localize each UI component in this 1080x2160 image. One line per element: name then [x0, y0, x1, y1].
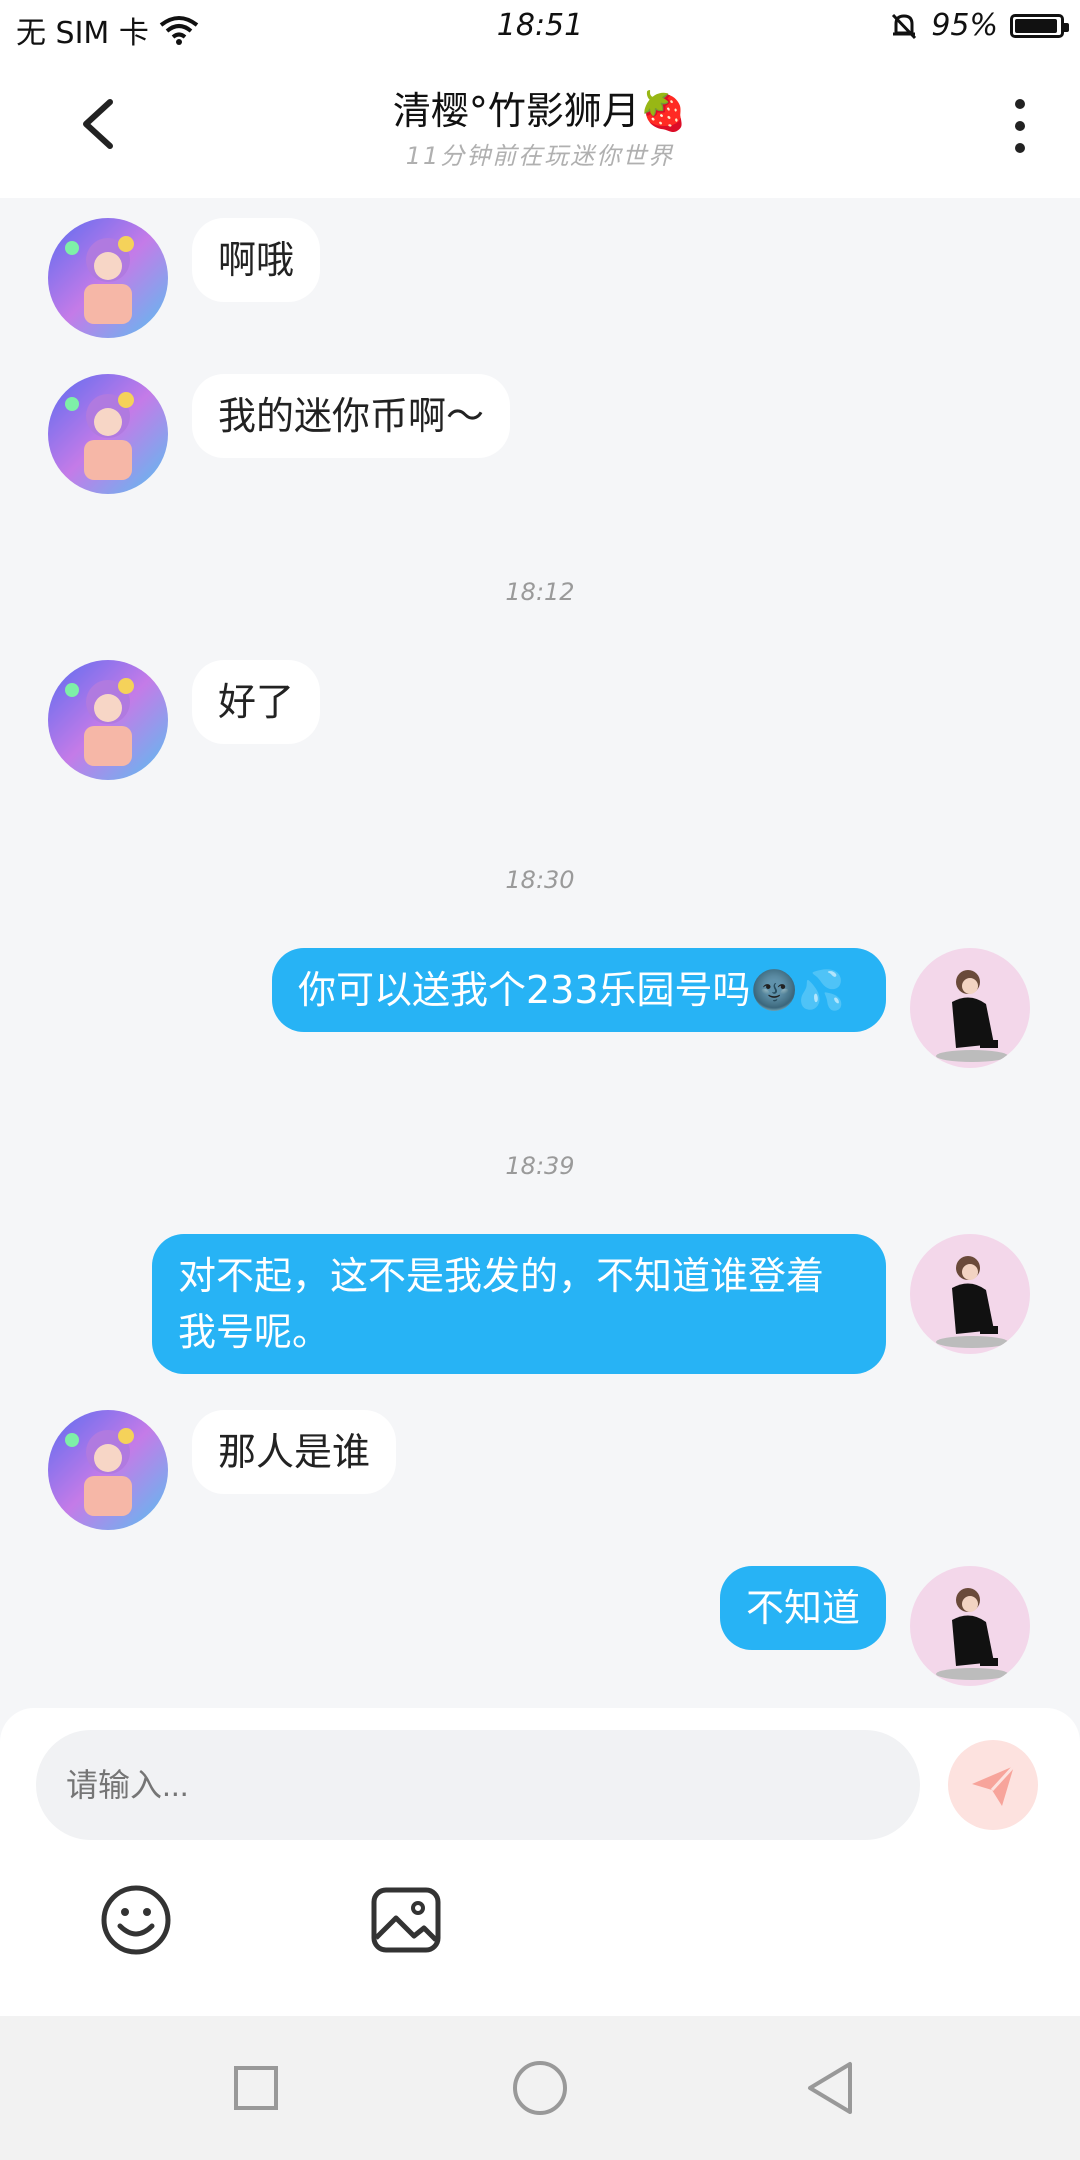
message-bubble-outgoing[interactable]: 不知道 — [719, 1566, 886, 1650]
message-bubble-incoming[interactable]: 我的迷你币啊～ — [192, 374, 511, 458]
message-timestamp: 18:39 — [505, 1152, 575, 1180]
square-icon[interactable] — [226, 2058, 286, 2118]
circle-icon[interactable] — [510, 2058, 570, 2118]
more-vertical-icon[interactable] — [1008, 96, 1032, 156]
battery-level — [1015, 18, 1057, 33]
contact-avatar[interactable] — [48, 1410, 168, 1530]
system-nav-bar — [0, 2016, 1080, 2160]
message-timestamp: 18:12 — [505, 578, 575, 606]
message-list[interactable]: 啊哦 我的迷你币啊～ 18:12 好了 18:30 你可以送我个233乐园号吗🌚… — [0, 198, 1080, 1708]
message-bubble-incoming[interactable]: 那人是谁 — [192, 1410, 397, 1494]
send-button[interactable] — [948, 1740, 1038, 1830]
message-bubble-outgoing[interactable]: 对不起，这不是我发的，不知道谁登着我号呢。 — [152, 1234, 886, 1374]
my-avatar[interactable] — [910, 1234, 1030, 1354]
contact-avatar[interactable] — [48, 218, 168, 338]
my-avatar[interactable] — [910, 948, 1030, 1068]
my-avatar[interactable] — [910, 1566, 1030, 1686]
paper-plane-icon — [972, 1764, 1016, 1806]
message-composer — [0, 1708, 1080, 2016]
message-bubble-incoming[interactable]: 好了 — [192, 660, 321, 744]
contact-status: 11分钟前在玩迷你世界 — [405, 142, 675, 170]
message-bubble-incoming[interactable]: 啊哦 — [192, 218, 321, 302]
triangle-back-icon[interactable] — [800, 2058, 860, 2118]
message-timestamp: 18:30 — [505, 866, 575, 894]
battery-icon — [1010, 13, 1069, 38]
contact-avatar[interactable] — [48, 374, 168, 494]
message-input[interactable] — [36, 1730, 920, 1840]
smiley-icon[interactable] — [98, 1882, 174, 1958]
image-icon[interactable] — [368, 1882, 444, 1958]
chat-header: 清樱°竹影狮月🍓 11分钟前在玩迷你世界 — [0, 52, 1080, 198]
battery-percent: 95% — [931, 8, 998, 43]
contact-name: 清樱°竹影狮月🍓 — [392, 89, 688, 133]
contact-avatar[interactable] — [48, 660, 168, 780]
status-bar: 无 SIM 卡 18:51 95% — [0, 0, 1080, 52]
bell-muted-icon — [892, 13, 917, 39]
message-bubble-outgoing[interactable]: 你可以送我个233乐园号吗🌚💦 — [272, 948, 886, 1032]
status-right: 95% — [889, 8, 1069, 43]
